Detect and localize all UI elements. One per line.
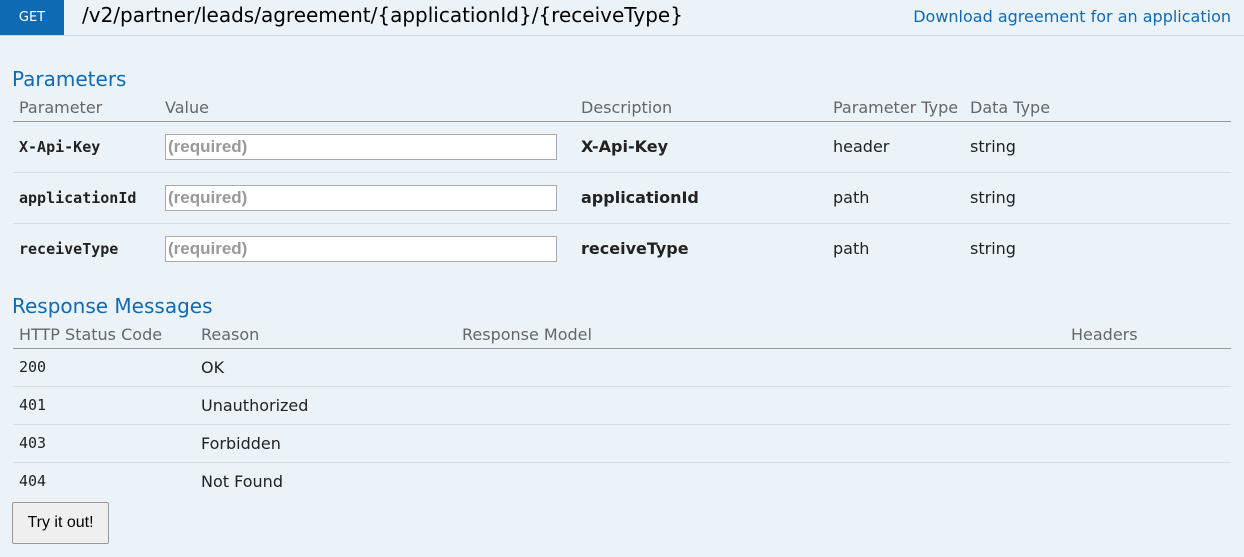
status-reason: Forbidden (195, 424, 456, 463)
parameter-data-type: string (964, 121, 1231, 173)
response-headers (1065, 348, 1231, 387)
parameters-title: Parameters (12, 67, 127, 91)
column-header-response-model: Response Model (456, 320, 1065, 349)
response-row: 200 OK (13, 348, 1231, 387)
try-it-out-button[interactable]: Try it out! (12, 502, 109, 544)
parameter-description: X-Api-Key (575, 121, 827, 173)
parameter-data-type: string (964, 172, 1231, 224)
parameter-row: receiveType receiveType path string (13, 223, 1231, 274)
status-reason: OK (195, 348, 456, 387)
parameter-type: path (827, 172, 964, 224)
response-messages-title: Response Messages (12, 294, 213, 318)
status-reason: Unauthorized (195, 386, 456, 425)
application-id-input[interactable] (165, 184, 557, 211)
response-row: 403 Forbidden (13, 424, 1231, 463)
parameter-name: X-Api-Key (13, 121, 159, 173)
column-header-description: Description (575, 93, 827, 122)
receive-type-input[interactable] (165, 235, 557, 262)
parameters-header-row: Parameter Value Description Parameter Ty… (13, 93, 1231, 122)
parameter-value-cell (159, 172, 575, 224)
http-method-badge[interactable]: GET (0, 0, 64, 35)
response-headers (1065, 424, 1231, 463)
parameters-table: Parameter Value Description Parameter Ty… (13, 93, 1231, 274)
status-code: 200 (13, 348, 195, 387)
response-model (456, 386, 1065, 425)
parameter-row: applicationId applicationId path string (13, 172, 1231, 224)
parameter-value-cell (159, 121, 575, 173)
parameter-type: header (827, 121, 964, 173)
status-code: 403 (13, 424, 195, 463)
parameter-description: receiveType (581, 239, 689, 259)
column-header-data-type: Data Type (964, 93, 1231, 122)
column-header-reason: Reason (195, 320, 456, 349)
parameter-row: X-Api-Key X-Api-Key header string (13, 121, 1231, 173)
response-headers (1065, 462, 1231, 500)
endpoint-path[interactable]: /v2/partner/leads/agreement/{application… (82, 3, 683, 27)
x-api-key-input[interactable] (165, 133, 557, 160)
column-header-status-code: HTTP Status Code (13, 320, 195, 349)
operation-panel: GET /v2/partner/leads/agreement/{applica… (0, 0, 1244, 557)
status-reason: Not Found (201, 471, 283, 491)
response-headers (1065, 386, 1231, 425)
status-code: 404 (19, 472, 47, 491)
operation-summary-link[interactable]: Download agreement for an application (913, 7, 1231, 26)
response-row: 404 Not Found (13, 462, 1231, 500)
response-model (456, 424, 1065, 463)
column-header-headers: Headers (1065, 320, 1231, 349)
parameter-name: applicationId (13, 172, 159, 224)
parameter-name: receiveType (19, 239, 119, 258)
column-header-value: Value (159, 93, 575, 122)
response-model (456, 462, 1065, 500)
operation-heading: GET /v2/partner/leads/agreement/{applica… (0, 0, 1244, 36)
column-header-parameter: Parameter (13, 93, 159, 122)
parameter-description: applicationId (575, 172, 827, 224)
response-model (456, 348, 1065, 387)
status-code: 401 (13, 386, 195, 425)
response-row: 401 Unauthorized (13, 386, 1231, 425)
parameter-value-cell (159, 223, 575, 274)
response-messages-table: HTTP Status Code Reason Response Model H… (13, 320, 1231, 500)
parameter-data-type: string (970, 239, 1016, 259)
parameter-type: path (833, 239, 870, 259)
responses-header-row: HTTP Status Code Reason Response Model H… (13, 320, 1231, 349)
column-header-parameter-type: Parameter Type (827, 93, 964, 122)
